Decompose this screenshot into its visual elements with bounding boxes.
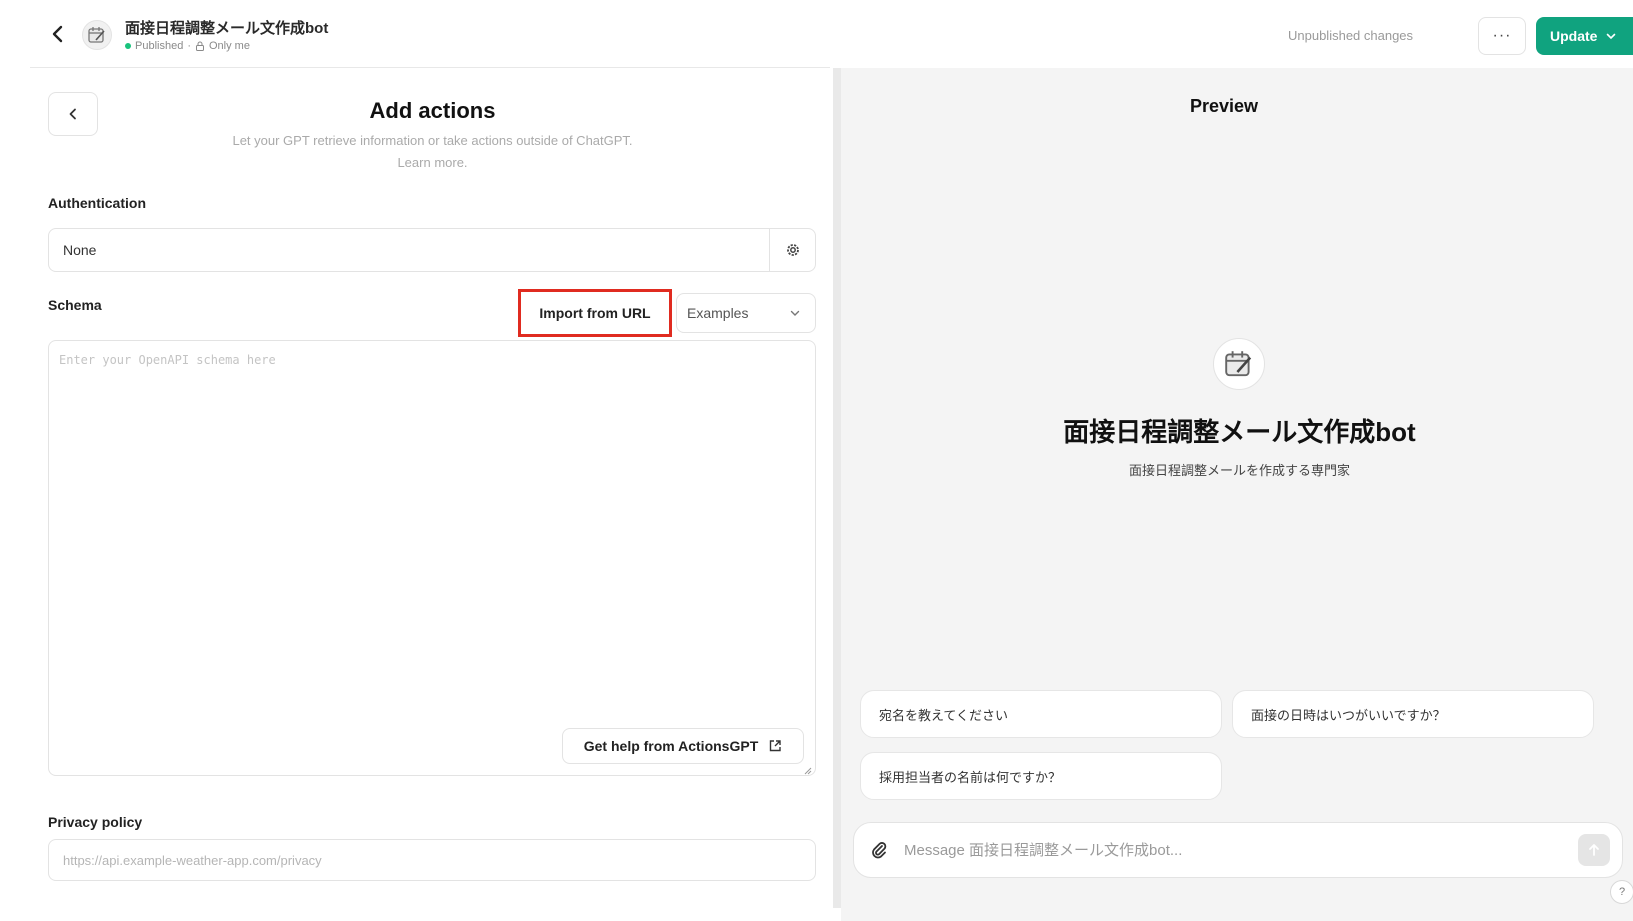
arrow-up-icon	[1589, 844, 1599, 856]
more-icon: ···	[1492, 27, 1512, 44]
message-composer	[853, 822, 1623, 878]
gpt-title: 面接日程調整メール文作成bot	[125, 20, 329, 37]
examples-dropdown[interactable]: Examples	[676, 293, 816, 333]
help-button[interactable]: ?	[1610, 880, 1633, 904]
panel-title: Add actions	[369, 98, 496, 123]
conversation-starter[interactable]: 宛名を教えてください	[860, 690, 1222, 738]
attach-button[interactable]	[854, 823, 904, 877]
gpt-status: Published · Only me	[125, 40, 250, 52]
update-button[interactable]: Update	[1536, 17, 1633, 55]
authentication-value[interactable]: None	[49, 242, 769, 258]
schema-editor	[48, 340, 816, 776]
top-bar: 面接日程調整メール文作成bot Published · Only me Unpu…	[0, 0, 1633, 68]
preview-avatar	[1213, 338, 1265, 390]
resize-handle-icon[interactable]	[802, 762, 812, 775]
panel-subtitle: Let your GPT retrieve information or tak…	[0, 130, 865, 174]
get-help-actionsgpt-button[interactable]: Get help from ActionsGPT	[562, 728, 804, 764]
import-from-url-button[interactable]: Import from URL	[518, 289, 672, 337]
privacy-policy-input[interactable]	[48, 839, 816, 881]
preview-gpt-name: 面接日程調整メール文作成bot	[1063, 417, 1416, 447]
lock-icon	[196, 41, 204, 51]
learn-more-link[interactable]: Learn more.	[0, 152, 865, 174]
paperclip-icon	[872, 842, 887, 859]
panel-splitter[interactable]	[833, 68, 841, 908]
status-text: Published	[135, 40, 184, 52]
conversation-starter[interactable]: 面接の日時はいつがいいですか？	[1232, 690, 1594, 738]
send-button[interactable]	[1578, 834, 1610, 866]
visibility-text: Only me	[209, 40, 250, 52]
chevron-down-icon	[790, 310, 800, 316]
update-label: Update	[1550, 28, 1598, 44]
conversation-starter[interactable]: 採用担当者の名前は何ですか？	[860, 752, 1222, 800]
authentication-label: Authentication	[48, 195, 146, 211]
authentication-field[interactable]: None	[48, 228, 816, 272]
schema-label: Schema	[48, 297, 102, 313]
examples-label: Examples	[687, 305, 749, 321]
status-separator: ·	[187, 40, 191, 52]
actions-editor-panel: Add actions Let your GPT retrieve inform…	[0, 68, 830, 921]
calendar-icon	[1225, 351, 1252, 377]
schema-textarea[interactable]	[49, 341, 815, 775]
gear-icon	[786, 244, 799, 256]
gpt-avatar	[82, 20, 112, 50]
preview-panel: Preview 面接日程調整メール文作成bot 面接日程調整メールを作成する専門…	[841, 68, 1633, 921]
privacy-policy-label: Privacy policy	[48, 814, 143, 830]
preview-title: Preview	[1189, 96, 1259, 116]
published-dot-icon	[125, 43, 131, 49]
panel-subtitle-text: Let your GPT retrieve information or tak…	[232, 133, 633, 148]
calendar-icon	[88, 27, 105, 43]
more-options-button[interactable]: ···	[1478, 17, 1526, 55]
help-label: Get help from ActionsGPT	[583, 738, 759, 754]
authentication-settings-button[interactable]	[769, 229, 815, 271]
preview-description: 面接日程調整メールを作成する専門家	[1128, 463, 1350, 478]
message-input[interactable]	[904, 841, 1578, 859]
unpublished-changes[interactable]: Unpublished changes	[1288, 28, 1413, 43]
external-link-icon	[770, 740, 781, 752]
chevron-down-icon	[1607, 33, 1616, 40]
back-icon[interactable]	[46, 22, 70, 46]
